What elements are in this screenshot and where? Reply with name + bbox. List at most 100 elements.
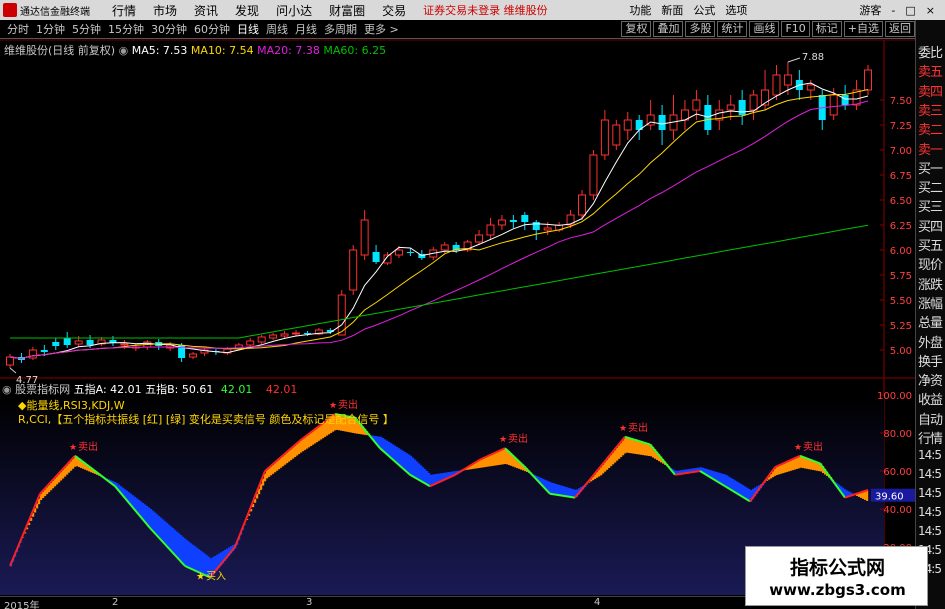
candle-body <box>532 222 540 230</box>
oscillator-band <box>384 439 387 453</box>
sell-star-icon: ★ <box>794 443 802 453</box>
sell-label: 卖出 <box>803 440 823 453</box>
sidebar-item[interactable]: 买一 <box>918 158 945 177</box>
close-button[interactable]: × <box>926 4 935 17</box>
sidebar-item[interactable]: 买三 <box>918 196 945 215</box>
high-label: 7.88 <box>802 52 824 63</box>
oscillator-band <box>170 526 173 551</box>
indicator-settings-icon[interactable]: ◉ <box>2 383 12 396</box>
y-tick-label: 6.75 <box>890 171 912 182</box>
oscillator-band <box>160 517 163 540</box>
oscillator-band <box>782 464 785 474</box>
sidebar-item[interactable]: 收益 <box>918 389 945 408</box>
candle-body <box>589 154 598 196</box>
oscillator-band <box>604 462 607 472</box>
watermark-title: 指标公式网 <box>789 557 885 579</box>
sidebar-item[interactable]: 买五 <box>918 235 945 254</box>
oscillator-band <box>276 461 279 471</box>
sidebar-item[interactable]: 涨幅 <box>918 293 945 312</box>
sell-label: 卖出 <box>628 421 648 434</box>
candle-body <box>257 336 266 343</box>
high-pointer <box>787 57 801 63</box>
oscillator-band <box>642 441 645 456</box>
sidebar-item[interactable]: 卖五 <box>918 61 945 80</box>
sidebar-time: 14:5 <box>918 524 942 538</box>
oscillator-band <box>190 543 193 569</box>
oscillator-band <box>632 438 635 454</box>
oscillator-band <box>186 540 189 567</box>
candle-body <box>63 338 71 345</box>
sidebar-item[interactable]: 总量 <box>918 312 945 331</box>
oscillator-band <box>162 519 165 542</box>
oscillator-band <box>734 480 737 493</box>
sidebar-item[interactable]: 买四 <box>918 216 945 235</box>
sidebar-item[interactable]: 卖一 <box>918 139 945 158</box>
oscillator-band <box>188 541 191 568</box>
oscillator-band <box>388 441 391 456</box>
oscillator-band <box>152 510 155 531</box>
oscillator-band <box>318 426 321 441</box>
chart-canvas[interactable]: 7.50 7.25 7.00 6.75 6.50 6.25 6.00 5.75 5.50 5.25… <box>0 0 915 609</box>
sell-label: 卖出 <box>78 440 98 453</box>
oscillator-band <box>558 484 561 496</box>
ma10-line <box>9 89 869 360</box>
sidebar-item[interactable]: 行情 <box>918 428 945 447</box>
sidebar-time: 14:5 <box>918 486 942 500</box>
oscillator-band <box>68 463 71 473</box>
sidebar-item[interactable]: 涨跌 <box>918 274 945 293</box>
sidebar-item[interactable]: 卖二 <box>918 119 945 138</box>
oscillator-band <box>180 535 183 562</box>
sell-label: 卖出 <box>508 432 528 445</box>
oscillator-band <box>554 483 557 495</box>
oscillator-band <box>176 531 179 557</box>
oscillator-band <box>600 467 603 476</box>
sidebar-item[interactable]: 换手 <box>918 351 945 370</box>
candle-body <box>52 342 60 346</box>
oscillator-band <box>62 469 65 479</box>
oscillator-band <box>156 514 159 536</box>
oscillator-band <box>746 487 749 500</box>
sidebar-item[interactable]: 现价 <box>918 254 945 273</box>
oscillator-band <box>274 463 277 473</box>
ma20-label: MA20: 7.38 <box>257 44 320 57</box>
oscillator-band <box>776 466 779 475</box>
oscillator-band <box>616 447 619 461</box>
sell-star-icon: ★ <box>69 443 77 453</box>
sidebar-item[interactable]: 委比 <box>918 42 945 61</box>
oscillator-band <box>174 529 177 555</box>
settings-icon[interactable]: ◉ <box>119 44 129 57</box>
oscillator-band <box>298 442 301 455</box>
oscillator-band <box>636 440 639 455</box>
candle-body <box>738 100 746 115</box>
sidebar-item[interactable]: 卖三 <box>918 100 945 119</box>
sub-y-tick-label: 80.00 <box>883 429 912 440</box>
oscillator-band <box>314 429 317 444</box>
oscillator-band <box>496 452 499 466</box>
oscillator-band <box>408 454 411 474</box>
sell-label: 卖出 <box>338 398 358 411</box>
candle-body <box>269 334 278 339</box>
sidebar-item[interactable]: 净资 <box>918 370 945 389</box>
oscillator-band <box>196 547 199 572</box>
oscillator-band <box>282 456 285 467</box>
sidebar-item[interactable]: 外盘 <box>918 332 945 351</box>
candle-body <box>600 119 609 156</box>
oscillator-band <box>58 474 61 483</box>
oscillator-band <box>790 460 793 471</box>
candle-body <box>806 84 815 91</box>
oscillator-band <box>172 528 175 553</box>
oscillator-band <box>66 465 69 475</box>
sell-star-icon: ★ <box>329 401 337 411</box>
sidebar-item[interactable]: 买二 <box>918 177 945 196</box>
candle-body <box>612 124 621 146</box>
sidebar-item[interactable]: 卖四 <box>918 81 945 100</box>
oscillator-band <box>290 449 293 461</box>
oscillator-band <box>392 444 395 460</box>
candle-body <box>280 333 289 337</box>
oscillator-band <box>144 504 147 522</box>
oscillator-band <box>492 454 495 466</box>
oscillator-band <box>320 425 323 440</box>
candle-body <box>40 350 48 352</box>
oscillator-band <box>302 439 305 452</box>
sidebar-item[interactable]: 自动 <box>918 409 945 428</box>
